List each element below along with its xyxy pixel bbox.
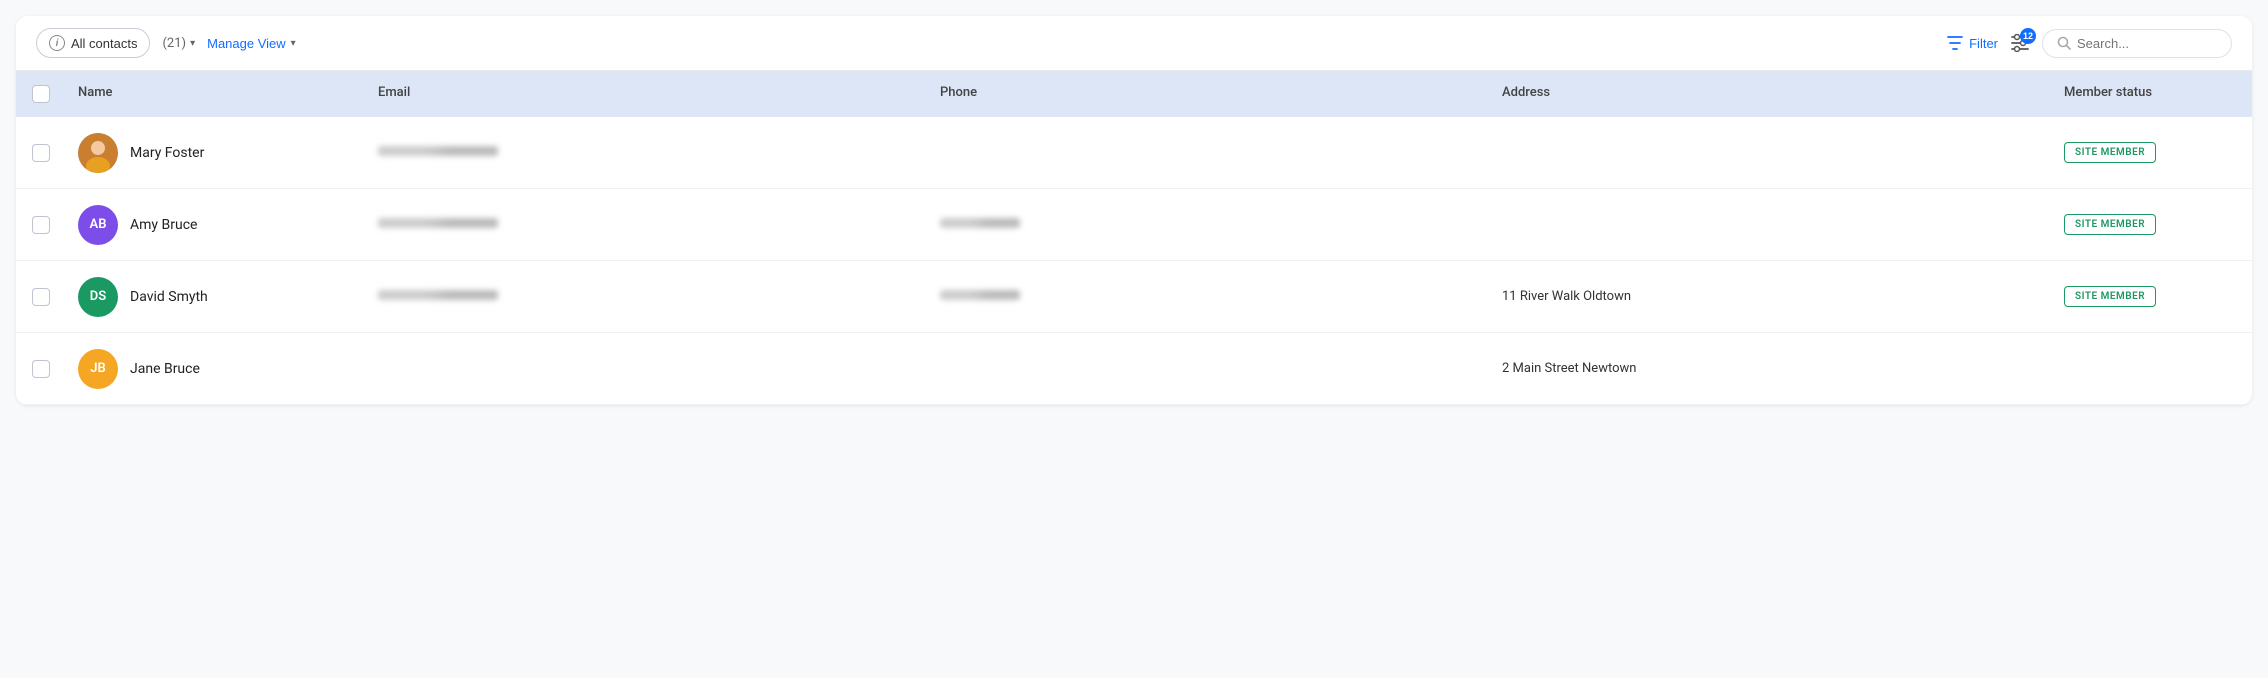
row-name-cell: AB Amy Bruce bbox=[66, 193, 366, 257]
address-cell bbox=[1490, 213, 2052, 237]
search-box[interactable] bbox=[2042, 29, 2232, 58]
search-icon bbox=[2057, 36, 2071, 50]
search-input[interactable] bbox=[2077, 36, 2217, 51]
contact-name: Mary Foster bbox=[130, 145, 204, 161]
chevron-down-icon: ▾ bbox=[291, 38, 296, 49]
email-cell bbox=[366, 205, 928, 244]
row-checkbox-cell bbox=[16, 288, 66, 306]
row-checkbox[interactable] bbox=[32, 288, 50, 306]
phone-cell bbox=[928, 141, 1490, 165]
member-status-badge: SITE MEMBER bbox=[2064, 286, 2156, 307]
row-checkbox[interactable] bbox=[32, 216, 50, 234]
row-checkbox[interactable] bbox=[32, 360, 50, 378]
row-name-cell: Mary Foster bbox=[66, 121, 366, 185]
table-body: Mary Foster SITE MEMBER AB Amy Bruce SIT… bbox=[16, 117, 2252, 405]
email-cell bbox=[366, 277, 928, 316]
phone-cell bbox=[928, 357, 1490, 381]
table-row: Mary Foster SITE MEMBER bbox=[16, 117, 2252, 189]
avatar: AB bbox=[78, 205, 118, 245]
row-checkbox-cell bbox=[16, 144, 66, 162]
contact-name: Amy Bruce bbox=[130, 217, 197, 233]
member-status-badge: SITE MEMBER bbox=[2064, 142, 2156, 163]
row-checkbox[interactable] bbox=[32, 144, 50, 162]
email-blurred bbox=[378, 218, 498, 228]
member-status-badge: SITE MEMBER bbox=[2064, 214, 2156, 235]
table-row: AB Amy Bruce SITE MEMBER bbox=[16, 189, 2252, 261]
filter-button[interactable]: Filter bbox=[1947, 36, 1998, 51]
address-cell bbox=[1490, 141, 2052, 165]
address-cell: 2 Main Street Newtown bbox=[1490, 349, 2052, 388]
all-contacts-button[interactable]: i All contacts bbox=[36, 28, 150, 58]
header-member-status: Member status bbox=[2052, 81, 2252, 107]
columns-button[interactable]: 12 bbox=[2010, 34, 2030, 52]
contact-name: Jane Bruce bbox=[130, 361, 200, 377]
header-address: Address bbox=[1490, 81, 2052, 107]
row-name-cell: JB Jane Bruce bbox=[66, 337, 366, 401]
chevron-down-icon: ▾ bbox=[190, 38, 195, 49]
contact-name: David Smyth bbox=[130, 289, 208, 305]
table-row: JB Jane Bruce 2 Main Street Newtown bbox=[16, 333, 2252, 405]
manage-view-button[interactable]: Manage View ▾ bbox=[207, 36, 296, 51]
address-cell: 11 River Walk Oldtown bbox=[1490, 277, 2052, 316]
phone-blurred bbox=[940, 290, 1020, 300]
filter-icon bbox=[1947, 36, 1963, 50]
member-status-cell: SITE MEMBER bbox=[2052, 130, 2252, 175]
email-blurred bbox=[378, 290, 498, 300]
phone-cell bbox=[928, 277, 1490, 316]
info-icon: i bbox=[49, 35, 65, 51]
header-name: Name bbox=[66, 81, 366, 107]
filter-label: Filter bbox=[1969, 36, 1998, 51]
count-value: (21) bbox=[162, 36, 186, 51]
columns-badge: 12 bbox=[2020, 28, 2036, 44]
email-blurred bbox=[378, 146, 498, 156]
contacts-table-container: i All contacts (21) ▾ Manage View ▾ Filt… bbox=[16, 16, 2252, 405]
all-contacts-label: All contacts bbox=[71, 36, 137, 51]
phone-cell bbox=[928, 205, 1490, 244]
phone-blurred bbox=[940, 218, 1020, 228]
member-status-cell bbox=[2052, 357, 2252, 381]
row-checkbox-cell bbox=[16, 360, 66, 378]
row-checkbox-cell bbox=[16, 216, 66, 234]
header-phone: Phone bbox=[928, 81, 1490, 107]
table-row: DS David Smyth 11 River Walk Oldtown SIT… bbox=[16, 261, 2252, 333]
select-all-checkbox[interactable] bbox=[32, 85, 50, 103]
avatar bbox=[78, 133, 118, 173]
table-header: Name Email Phone Address Member status bbox=[16, 71, 2252, 117]
member-status-cell: SITE MEMBER bbox=[2052, 202, 2252, 247]
email-cell bbox=[366, 357, 928, 381]
avatar: DS bbox=[78, 277, 118, 317]
avatar: JB bbox=[78, 349, 118, 389]
contact-count: (21) ▾ bbox=[162, 36, 195, 51]
header-email: Email bbox=[366, 81, 928, 107]
row-name-cell: DS David Smyth bbox=[66, 265, 366, 329]
email-cell bbox=[366, 133, 928, 172]
member-status-cell: SITE MEMBER bbox=[2052, 274, 2252, 319]
header-checkbox-cell bbox=[16, 81, 66, 107]
toolbar: i All contacts (21) ▾ Manage View ▾ Filt… bbox=[16, 16, 2252, 71]
manage-view-label: Manage View bbox=[207, 36, 286, 51]
